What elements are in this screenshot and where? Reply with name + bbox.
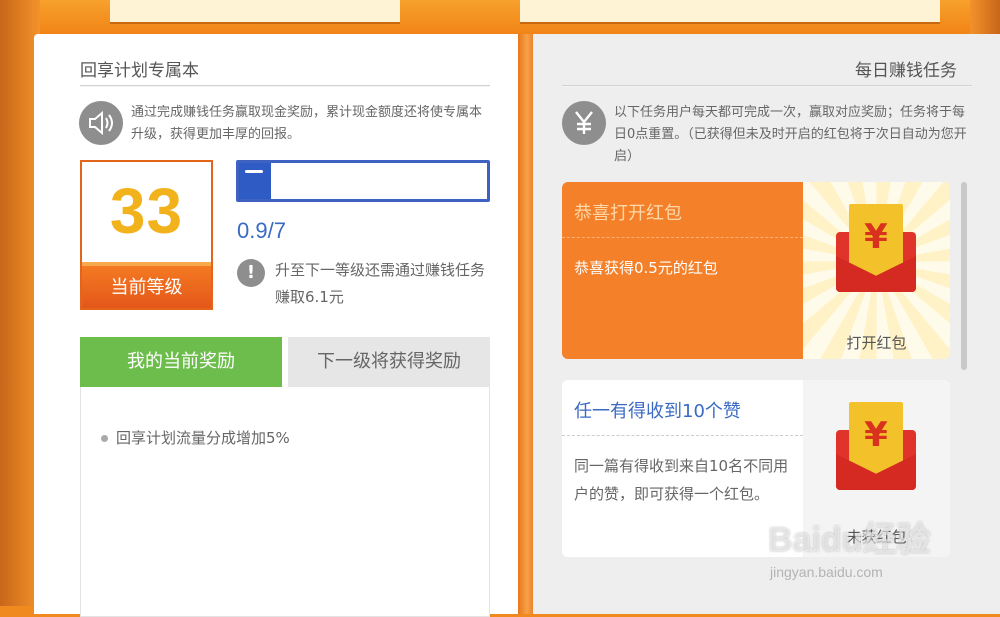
right-page-notice: 以下任务用户每天都可完成一次，赢取对应奖励；任务将于每日0点重置。（已获得但未及… [614,105,967,164]
task-subtitle: 恭喜获得0.5元的红包 [574,259,718,277]
right-page-title: 每日赚钱任务 [855,61,957,81]
task-title: 恭喜打开红包 [574,203,682,224]
frame-rail-left [110,0,400,24]
progress-text: 0.9/7 [237,218,286,243]
task-divider [562,435,803,436]
reward-item: 回享计划流量分成增加5% [101,427,290,448]
level-label: 当前等级 [82,262,211,308]
left-page-notice: 通过完成赚钱任务赢取现金奖励，累计现金额度还将使专属本升级，获得更加丰厚的回报。 [131,105,483,142]
exclamation-icon: ! [237,259,265,287]
frame-rail-right [520,0,940,24]
task-subtitle: 同一篇有得收到来自10名不同用户的赞，即可获得一个红包。 [574,457,789,503]
watermark-url: jingyan.baidu.com [770,564,883,580]
right-title-divider [562,85,972,87]
tab-next-level-rewards[interactable]: 下一级将获得奖励 [288,337,490,387]
open-envelope-button[interactable]: ¥ 打开红包 [803,182,950,359]
level-badge: 33 当前等级 [80,160,213,310]
speaker-icon [79,101,123,145]
left-page-title: 回享计划专属本 [80,61,199,81]
task-body: 恭喜打开红包 恭喜获得0.5元的红包 [562,182,803,359]
task-title: 任一有得收到10个赞 [574,401,741,422]
level-progress-bar [236,160,490,202]
yen-symbol: ¥ [849,204,903,276]
tab-current-rewards[interactable]: 我的当前奖励 [80,337,282,395]
left-title-divider [80,85,490,87]
open-envelope-label: 打开红包 [846,334,907,352]
task-divider [562,237,803,238]
red-envelope-icon: ¥ [836,204,916,294]
task-body: 任一有得收到10个赞 同一篇有得收到来自10名不同用户的赞，即可获得一个红包。 [562,380,803,557]
yen-symbol: ¥ [849,402,903,474]
upgrade-hint: 升至下一等级还需通过赚钱任务赚取6.1元 [275,261,486,306]
task-card-open-envelope[interactable]: 恭喜打开红包 恭喜获得0.5元的红包 ¥ 打开红包 [562,182,950,359]
red-envelope-icon: ¥ [836,402,916,492]
level-number: 33 [109,175,184,247]
yen-icon [562,101,606,145]
rewards-panel: 回享计划流量分成增加5% [80,387,490,617]
watermark-logo: Baidu经验 [768,521,931,559]
task-list-scrollbar[interactable] [961,182,967,370]
level-progress-fill [239,163,272,199]
